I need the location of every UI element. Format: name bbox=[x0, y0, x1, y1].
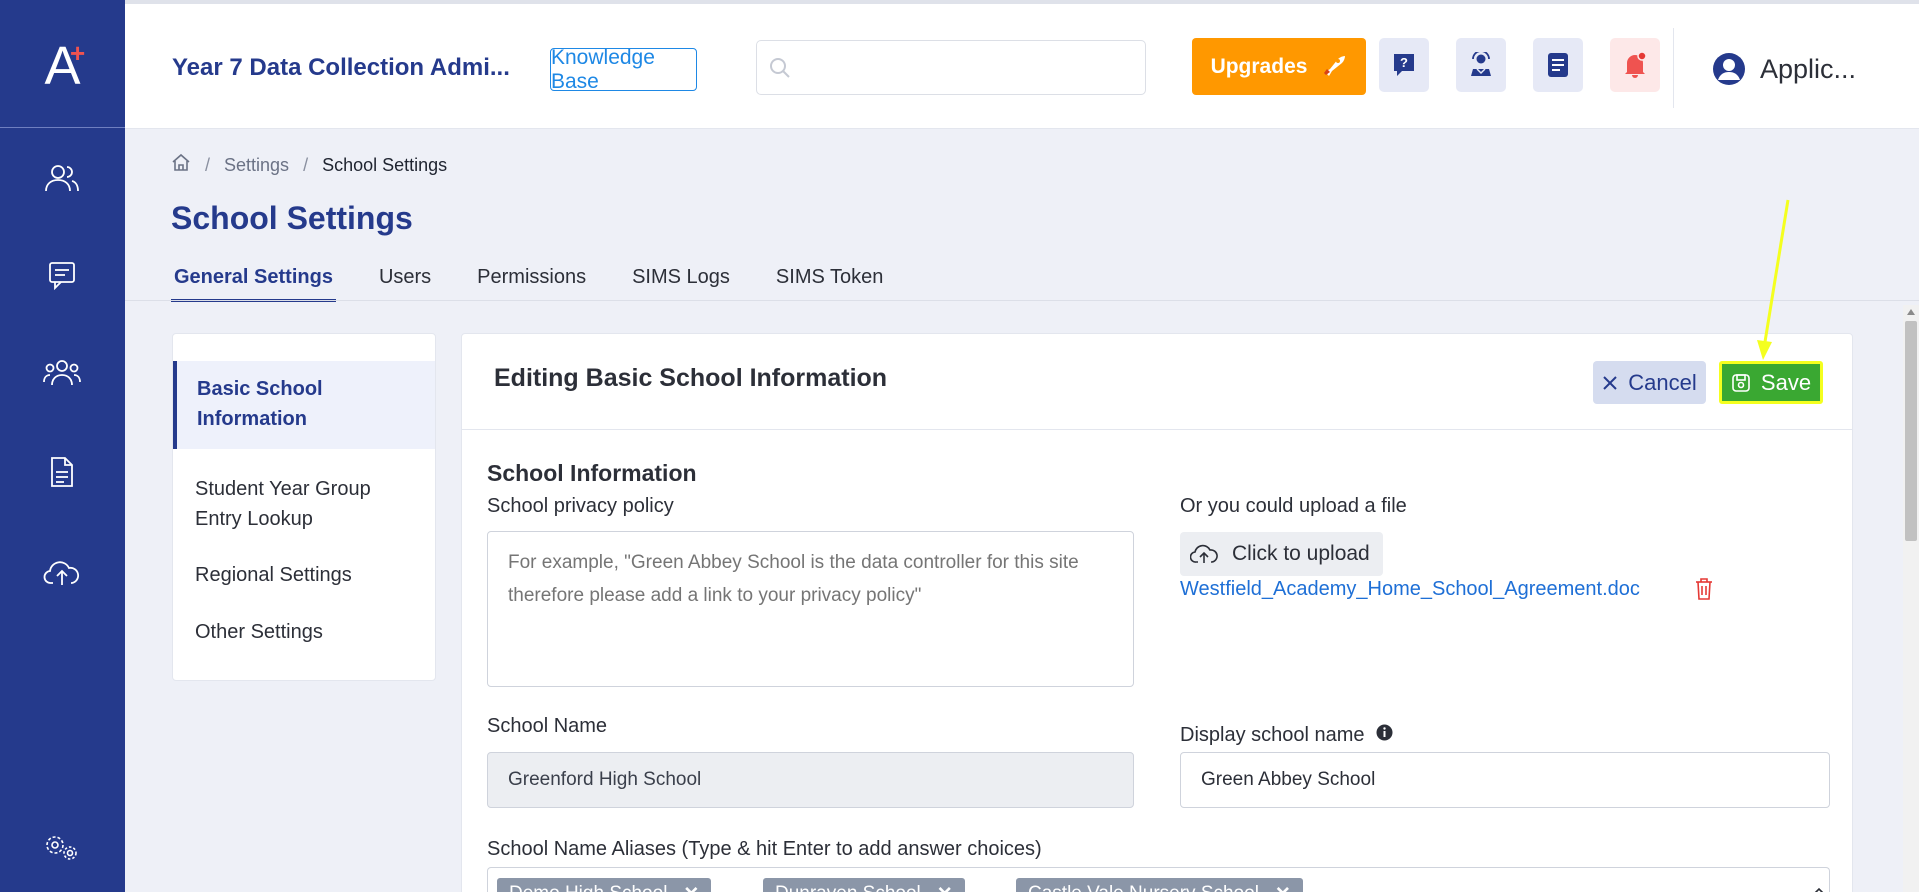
alias-chip: Dunraven School ✕ bbox=[763, 878, 965, 892]
upload-button-label: Click to upload bbox=[1232, 542, 1370, 565]
edit-panel: Editing Basic School Information Cancel … bbox=[461, 333, 1853, 892]
user-avatar-icon bbox=[1713, 53, 1745, 85]
sidebar: A + bbox=[0, 0, 125, 892]
user-menu[interactable]: Applic... bbox=[1712, 52, 1856, 86]
tab-users[interactable]: Users bbox=[376, 262, 434, 302]
breadcrumb-separator: / bbox=[205, 154, 211, 175]
remove-chip-icon[interactable]: ✕ bbox=[1275, 883, 1291, 892]
close-icon bbox=[1603, 375, 1617, 390]
cloud-upload-icon[interactable] bbox=[42, 552, 82, 592]
document-icon[interactable] bbox=[42, 452, 82, 492]
panel-header: Editing Basic School Information Cancel … bbox=[462, 334, 1852, 430]
header-divider bbox=[1673, 28, 1674, 108]
upload-button[interactable]: Click to upload bbox=[1180, 532, 1383, 576]
page-title: School Settings bbox=[171, 200, 413, 236]
alias-chip-label: Demo High School bbox=[509, 883, 667, 892]
menu-item-student-year-group-entry-lookup[interactable]: Student Year Group Entry Lookup bbox=[195, 474, 371, 534]
logo-plus: + bbox=[70, 38, 86, 68]
scroll-up-arrow[interactable] bbox=[1907, 309, 1915, 315]
users-icon[interactable] bbox=[42, 158, 82, 198]
home-icon[interactable] bbox=[171, 153, 191, 177]
cloud-upload-icon bbox=[1190, 544, 1218, 563]
breadcrumb: / Settings / School Settings bbox=[171, 153, 447, 177]
tab-general-settings[interactable]: General Settings bbox=[171, 262, 336, 302]
upgrades-label: Upgrades bbox=[1210, 54, 1308, 78]
knowledge-base-button[interactable]: Knowledge Base bbox=[550, 46, 697, 93]
panel-title: Editing Basic School Information bbox=[494, 364, 888, 392]
rocket-icon bbox=[1321, 52, 1347, 82]
menu-item-line: Student Year Group bbox=[195, 478, 371, 500]
alias-chip: Demo High School ✕ bbox=[497, 878, 712, 892]
menu-item-line: Information bbox=[197, 408, 307, 430]
app-logo[interactable]: A + bbox=[0, 4, 125, 128]
privacy-policy-textarea[interactable] bbox=[487, 531, 1134, 687]
school-name-input[interactable] bbox=[487, 752, 1134, 808]
upgrades-button[interactable]: Upgrades bbox=[1192, 38, 1366, 95]
breadcrumb-separator: / bbox=[303, 154, 309, 175]
group-icon[interactable] bbox=[42, 352, 82, 392]
privacy-policy-label: School privacy policy bbox=[487, 495, 674, 517]
page-scrollbar[interactable] bbox=[1903, 305, 1919, 892]
user-name: Applic... bbox=[1760, 53, 1857, 84]
svg-text:?: ? bbox=[1400, 55, 1408, 70]
remove-chip-icon[interactable]: ✕ bbox=[937, 883, 953, 892]
tab-bar: General Settings Users Permissions SIMS … bbox=[171, 262, 926, 302]
alias-chip-label: Dunraven School bbox=[775, 883, 921, 892]
display-name-input[interactable] bbox=[1180, 752, 1830, 808]
menu-item-line: Entry Lookup bbox=[195, 508, 313, 530]
scroll-thumb[interactable] bbox=[1905, 321, 1917, 541]
support-icon[interactable] bbox=[1456, 38, 1506, 92]
display-name-label-text: Display school name bbox=[1180, 724, 1365, 746]
upload-label: Or you could upload a file bbox=[1180, 495, 1407, 517]
search-box[interactable] bbox=[756, 40, 1146, 95]
section-title: School Information bbox=[487, 460, 697, 486]
aliases-label: School Name Aliases (Type & hit Enter to… bbox=[487, 838, 1042, 860]
search-icon bbox=[769, 57, 791, 84]
tab-sims-logs[interactable]: SIMS Logs bbox=[629, 262, 733, 302]
display-name-label: Display school name bbox=[1180, 724, 1393, 747]
app-title: Year 7 Data Collection Admi... bbox=[172, 54, 510, 81]
tabs-divider bbox=[125, 300, 1919, 301]
trash-icon[interactable] bbox=[1694, 577, 1714, 606]
cancel-label: Cancel bbox=[1628, 369, 1697, 395]
info-icon[interactable] bbox=[1376, 724, 1393, 747]
breadcrumb-current: School Settings bbox=[322, 154, 448, 175]
save-button[interactable]: Save bbox=[1719, 361, 1823, 404]
alias-chip: Castle Vale Nursery School ✕ bbox=[1016, 878, 1303, 892]
bell-icon[interactable] bbox=[1610, 38, 1660, 92]
menu-item-line: Basic School bbox=[197, 378, 323, 400]
save-label: Save bbox=[1760, 369, 1812, 395]
cancel-button[interactable]: Cancel bbox=[1593, 361, 1706, 404]
settings-menu: Basic School Information Student Year Gr… bbox=[172, 333, 436, 681]
menu-item-regional-settings[interactable]: Regional Settings bbox=[195, 560, 352, 590]
school-name-label: School Name bbox=[487, 715, 608, 737]
menu-item-basic-school-information[interactable]: Basic School Information bbox=[197, 374, 323, 434]
notes-icon[interactable] bbox=[1533, 38, 1583, 92]
settings-icon[interactable] bbox=[42, 828, 82, 868]
tab-sims-token[interactable]: SIMS Token bbox=[773, 262, 886, 302]
chat-icon[interactable] bbox=[42, 255, 82, 295]
menu-item-other-settings[interactable]: Other Settings bbox=[195, 617, 323, 647]
tab-permissions[interactable]: Permissions bbox=[474, 262, 589, 302]
help-icon[interactable]: ? bbox=[1379, 38, 1429, 92]
save-icon bbox=[1732, 373, 1750, 392]
search-input[interactable] bbox=[801, 51, 1131, 85]
header: Year 7 Data Collection Admi... Knowledge… bbox=[125, 4, 1919, 129]
chevron-up-icon[interactable] bbox=[1813, 882, 1825, 892]
aliases-input[interactable]: Demo High School ✕ Dunraven School ✕ Cas… bbox=[487, 867, 1830, 892]
remove-chip-icon[interactable]: ✕ bbox=[683, 883, 699, 892]
alias-chip-label: Castle Vale Nursery School bbox=[1028, 883, 1259, 892]
breadcrumb-settings[interactable]: Settings bbox=[224, 155, 289, 176]
uploaded-file-link[interactable]: Westfield_Academy_Home_School_Agreement.… bbox=[1180, 578, 1640, 601]
